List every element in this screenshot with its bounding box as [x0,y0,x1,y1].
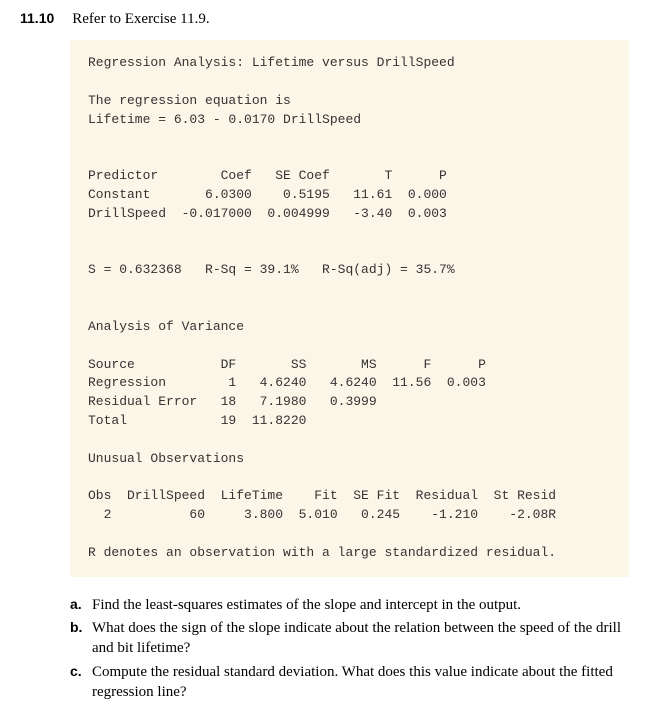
question-text: What does the sign of the slope indicate… [92,618,629,659]
footnote: R denotes an observation with a large st… [88,545,556,560]
exercise-number: 11.10 [20,10,54,26]
anova-title: Analysis of Variance [88,319,244,334]
unusual-title: Unusual Observations [88,451,244,466]
exercise-reference: Refer to Exercise 11.9. [72,11,209,28]
equation-label: The regression equation is [88,93,291,108]
anova-regression-row: Regression 1 4.6240 4.6240 11.56 0.003 [88,375,486,390]
predictor-drillspeed-row: DrillSpeed -0.017000 0.004999 -3.40 0.00… [88,206,447,221]
question-letter: a. [70,595,92,615]
page-container: 11.10 Refer to Exercise 11.9. Regression… [0,0,649,725]
output-title: Regression Analysis: Lifetime versus Dri… [88,55,455,70]
question-text: Find the least-squares estimates of the … [92,595,629,615]
regression-output: Regression Analysis: Lifetime versus Dri… [70,40,629,577]
predictor-constant-row: Constant 6.0300 0.5195 11.61 0.000 [88,187,447,202]
unusual-row: 2 60 3.800 5.010 0.245 -1.210 -2.08R [88,507,556,522]
question-b: b. What does the sign of the slope indic… [70,618,629,659]
exercise-header: 11.10 Refer to Exercise 11.9. [20,10,629,28]
question-text: Compute the residual standard deviation.… [92,662,629,703]
summary-stats: S = 0.632368 R-Sq = 39.1% R-Sq(adj) = 35… [88,262,455,277]
unusual-header: Obs DrillSpeed LifeTime Fit SE Fit Resid… [88,488,556,503]
question-letter: c. [70,662,92,703]
anova-header: Source DF SS MS F P [88,357,486,372]
anova-total-row: Total 19 11.8220 [88,413,306,428]
question-a: a. Find the least-squares estimates of t… [70,595,629,615]
anova-residual-row: Residual Error 18 7.1980 0.3999 [88,394,377,409]
questions-block: a. Find the least-squares estimates of t… [70,595,629,702]
question-c: c. Compute the residual standard deviati… [70,662,629,703]
equation: Lifetime = 6.03 - 0.0170 DrillSpeed [88,112,361,127]
predictor-header: Predictor Coef SE Coef T P [88,168,447,183]
question-letter: b. [70,618,92,659]
